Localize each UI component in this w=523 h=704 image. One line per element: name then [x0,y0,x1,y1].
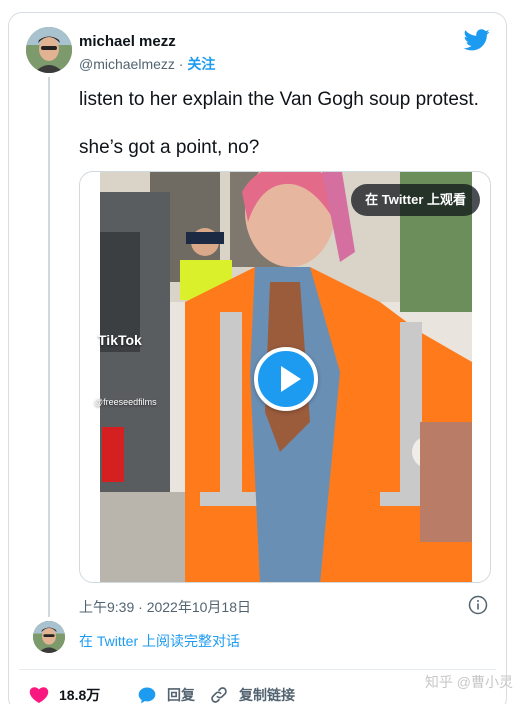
copy-link-button[interactable]: 复制链接 [209,685,295,704]
link-icon [211,687,227,703]
read-full-thread-link[interactable]: 在 Twitter 上阅读完整对话 [79,631,240,651]
tweet-card: michael mezz @michaelmezz · 关注 listen to… [8,12,507,704]
reply-label: 回复 [167,687,195,703]
like-count: 18.8万 [59,687,101,703]
reply-button[interactable]: 回复 [137,685,195,704]
tweet-timestamp[interactable]: 上午9:39 · 2022年10月18日 [79,597,251,617]
thread-line [48,77,50,617]
separator: · [178,56,184,72]
reply-icon [138,687,156,704]
info-icon[interactable] [468,595,488,615]
thread-avatar[interactable] [33,621,65,653]
author-handle-row: @michaelmezz · 关注 [79,54,215,74]
divider [19,669,496,670]
like-button[interactable]: 18.8万 [29,685,100,704]
watch-on-twitter-button[interactable]: 在 Twitter 上观看 [351,184,480,216]
watermark: 知乎 @曹小灵 [424,674,513,690]
tweet-line-2: she’s got a point, no? [79,137,260,158]
tweet-line-1: listen to her explain the Van Gogh soup … [79,89,479,110]
tiktok-logo: TikTok [98,332,142,348]
follow-button[interactable]: 关注 [187,56,215,72]
heart-icon [29,687,49,703]
video-thumbnail[interactable]: TikTok @freeseedfilms 在 Twitter 上观看 [79,171,491,583]
tiktok-username: @freeseedfilms [94,397,157,407]
twitter-bird-icon[interactable] [464,29,490,51]
play-icon[interactable] [254,347,318,411]
author-name[interactable]: michael mezz [79,33,176,50]
author-handle[interactable]: @michaelmezz [79,56,175,72]
tweet-text: listen to her explain the Van Gogh soup … [79,88,499,160]
author-avatar[interactable] [26,27,72,73]
copy-link-label: 复制链接 [239,687,295,703]
